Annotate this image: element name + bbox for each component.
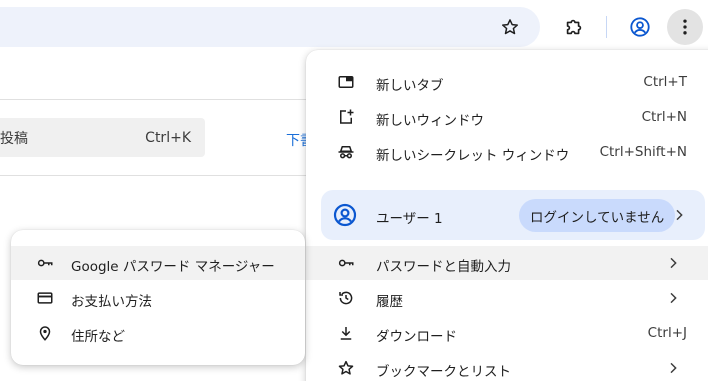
key-icon [338,259,354,267]
submenu-item-password-manager[interactable]: Google パスワード マネージャー [11,246,305,280]
chevron-right-icon [670,257,677,269]
key-icon [37,259,53,267]
download-icon [340,327,352,340]
submenu-item-addresses[interactable]: 住所など [11,316,305,350]
menu-item-shortcut: Ctrl+J [647,325,687,341]
menu-item-new-tab[interactable]: 新しいタブ Ctrl+T [306,65,708,99]
post-shortcut: Ctrl+K [145,129,191,146]
incognito-icon [338,146,354,159]
profile-button[interactable] [623,10,657,44]
menu-item-bookmarks-lists[interactable]: ブックマークとリスト [306,351,708,381]
extensions-button[interactable] [557,10,591,44]
menu-item-label: パスワードと自動入力 [376,259,511,275]
chrome-main-menu: 新しいタブ Ctrl+T 新しいウィンドウ Ctrl+N 新しいシークレット ウ… [306,50,708,381]
new-tab-icon [338,76,354,88]
submenu-item-payment-methods[interactable]: お支払い方法 [11,281,305,315]
chevron-right-icon [670,362,677,374]
menu-item-label: 新しいシークレット ウィンドウ [376,148,570,164]
puzzle-icon [566,19,582,35]
passwords-autofill-submenu: Google パスワード マネージャー お支払い方法 住所など [11,230,305,365]
address-bar[interactable] [0,7,540,47]
history-icon [339,291,353,305]
star-icon [338,360,354,375]
profile-card[interactable]: ユーザー 1 ログインしていません [321,190,705,240]
menu-item-new-window[interactable]: 新しいウィンドウ Ctrl+N [306,100,708,134]
submenu-item-label: 住所など [71,329,125,345]
submenu-item-label: お支払い方法 [71,294,152,310]
three-dot-vertical-icon [683,19,687,35]
menu-item-downloads[interactable]: ダウンロード Ctrl+J [306,316,708,350]
menu-item-history[interactable]: 履歴 [306,281,708,315]
menu-item-label: 新しいタブ [376,78,444,94]
main-menu-button[interactable] [667,9,703,45]
menu-item-new-incognito-window[interactable]: 新しいシークレット ウィンドウ Ctrl+Shift+N [306,135,708,169]
menu-item-label: ダウンロード [376,329,457,345]
chevron-right-icon [670,292,677,304]
post-button[interactable]: 投稿 Ctrl+K [0,118,205,157]
toolbar-separator [606,16,607,38]
menu-item-label: ブックマークとリスト [376,364,511,380]
profile-name: ユーザー 1 [376,211,443,227]
new-window-icon [340,109,354,124]
chevron-right-icon [676,209,683,221]
signin-status-badge[interactable]: ログインしていません [519,199,676,232]
menu-item-shortcut: Ctrl+T [643,74,687,90]
menu-item-passwords-autofill[interactable]: パスワードと自動入力 [306,246,708,280]
bookmark-star-button[interactable] [493,10,527,44]
post-label: 投稿 [0,130,28,147]
account-circle-icon [630,17,650,37]
location-pin-icon [39,326,51,341]
menu-item-shortcut: Ctrl+Shift+N [599,144,687,160]
credit-card-icon [37,292,53,304]
menu-item-shortcut: Ctrl+N [641,109,687,125]
submenu-item-label: Google パスワード マネージャー [71,259,275,275]
browser-toolbar [0,0,708,54]
menu-item-label: 履歴 [376,294,403,310]
menu-item-label: 新しいウィンドウ [376,113,484,129]
star-icon [502,19,518,35]
account-circle-icon [333,203,357,227]
